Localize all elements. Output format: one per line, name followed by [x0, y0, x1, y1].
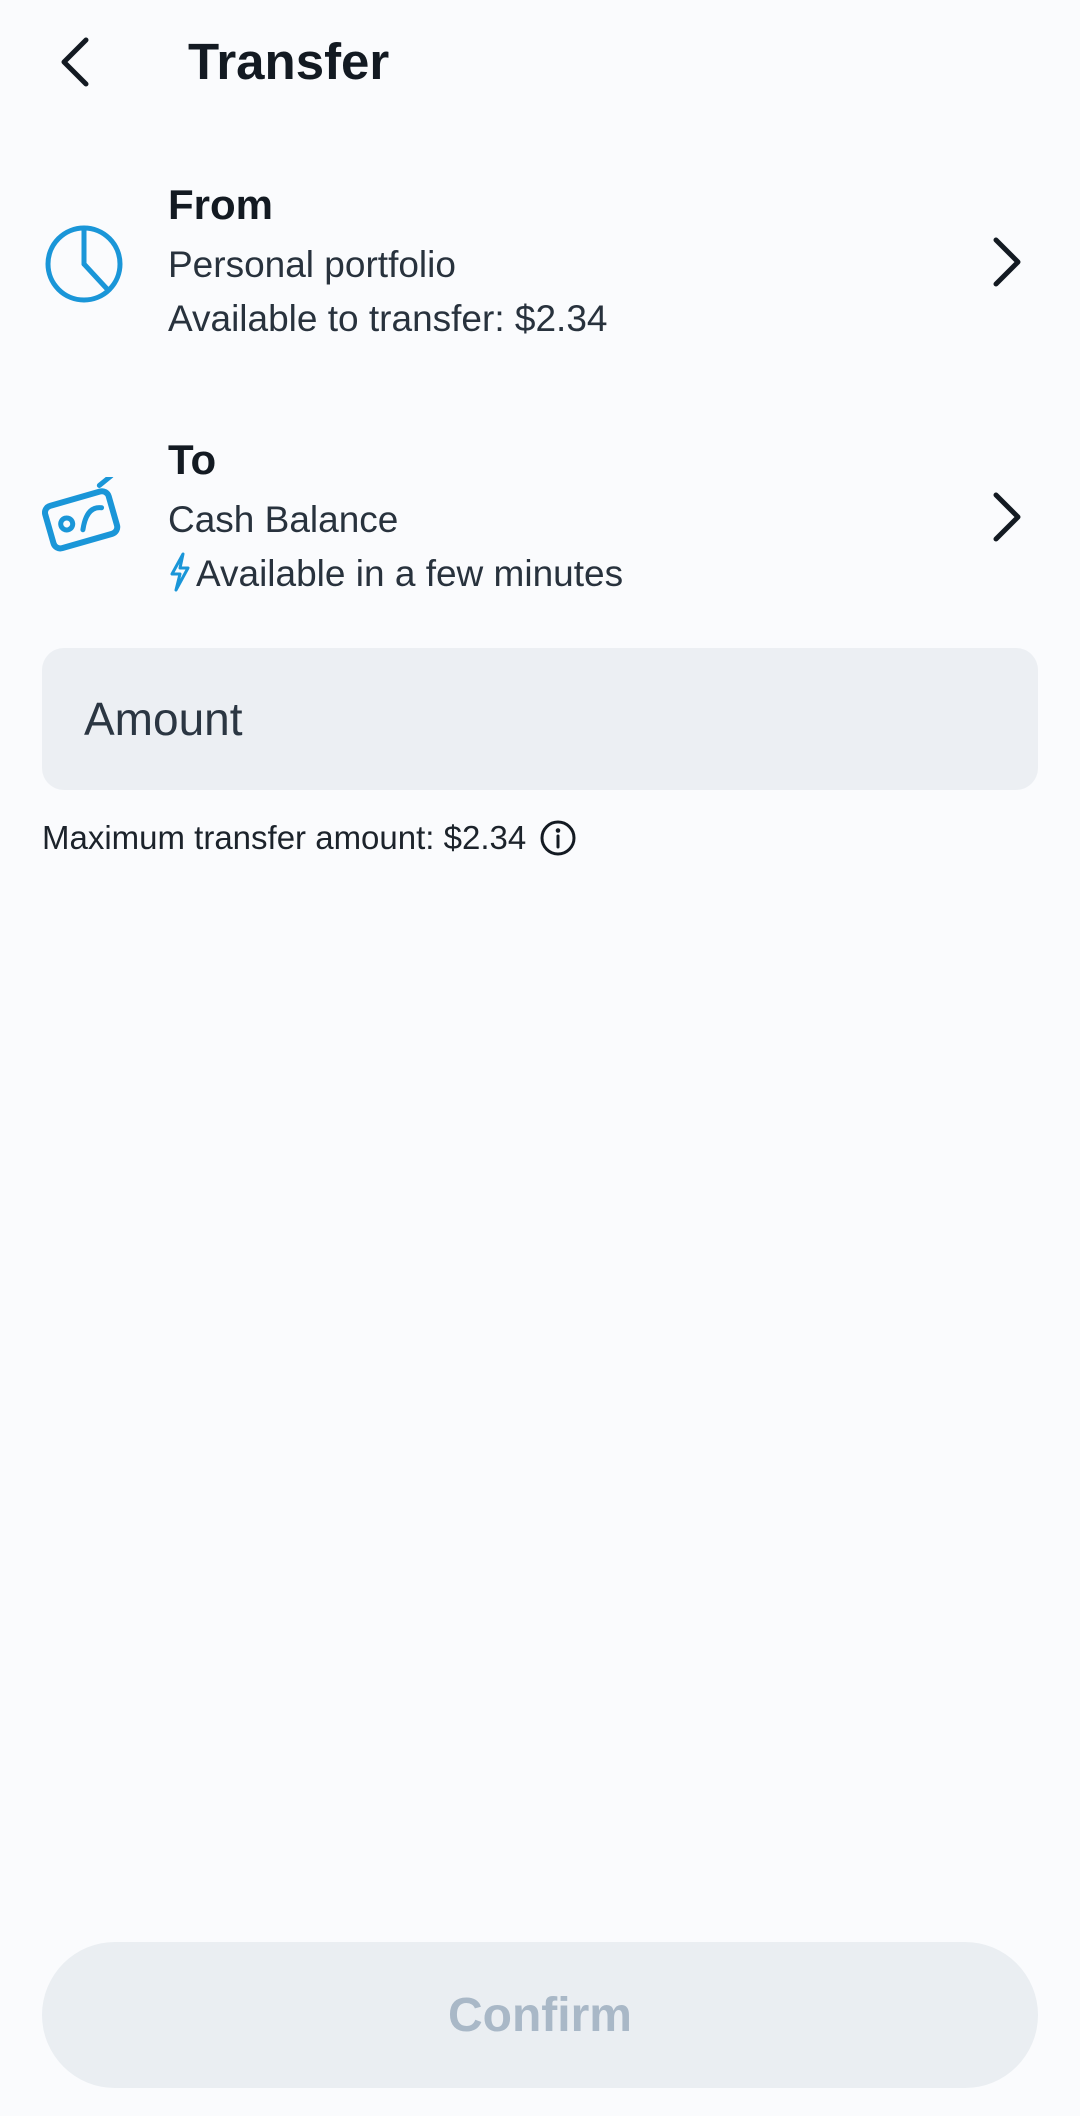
to-account-row[interactable]: To Cash Balance Available in a few minut… [0, 425, 1080, 615]
from-account-text: From Personal portfolio Available to tra… [168, 180, 607, 346]
to-availability-line: Available in a few minutes [168, 547, 623, 607]
from-available-text: Available to transfer: $2.34 [168, 298, 608, 339]
chevron-right-icon [982, 485, 1032, 549]
from-heading: From [168, 181, 273, 228]
info-icon[interactable] [538, 818, 578, 858]
max-transfer-note: Maximum transfer amount: $2.34 [42, 818, 578, 858]
amount-input[interactable] [42, 648, 1038, 790]
to-account-name: Cash Balance [168, 499, 399, 540]
page-title: Transfer [188, 33, 390, 90]
to-availability-text: Available in a few minutes [196, 553, 624, 594]
chevron-left-icon [61, 37, 89, 87]
pie-chart-icon [42, 222, 126, 306]
lightning-bolt-icon [168, 552, 192, 607]
back-button[interactable] [36, 22, 116, 102]
from-account-row[interactable]: From Personal portfolio Available to tra… [0, 170, 1080, 360]
chevron-right-icon [982, 230, 1032, 294]
cash-wallet-icon [42, 477, 126, 561]
from-account-name: Personal portfolio [168, 244, 456, 285]
top-bar: Transfer [0, 0, 1080, 130]
confirm-button[interactable]: Confirm [42, 1942, 1038, 2088]
to-account-text: To Cash Balance Available in a few minut… [168, 435, 623, 607]
max-transfer-text: Maximum transfer amount: $2.34 [42, 819, 527, 856]
to-heading: To [168, 436, 217, 483]
